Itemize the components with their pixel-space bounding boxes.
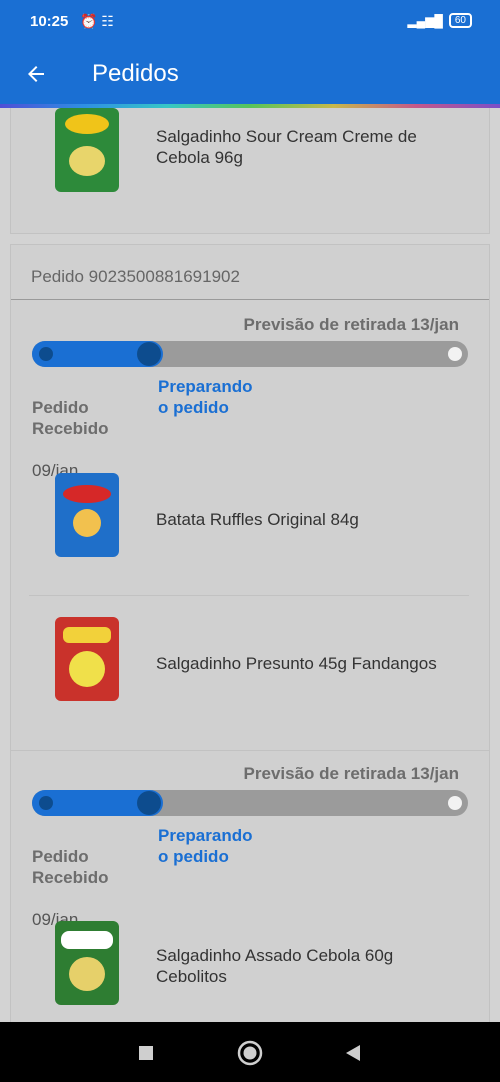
item-name: Batata Ruffles Original 84g bbox=[156, 510, 359, 529]
product-thumbnail bbox=[55, 617, 119, 701]
step-received-text: Pedido Recebido bbox=[32, 847, 109, 887]
list-item[interactable]: Salgadinho Sour Cream Creme de Cebola 96… bbox=[11, 108, 491, 208]
item-name: Salgadinho Sour Cream Creme de Cebola 96… bbox=[156, 127, 417, 167]
step-dot-final bbox=[448, 796, 462, 810]
recents-button[interactable] bbox=[133, 1040, 159, 1066]
product-thumbnail bbox=[55, 108, 119, 192]
progress-track bbox=[32, 341, 468, 367]
divider bbox=[11, 750, 489, 751]
item-name: Salgadinho Assado Cebola 60g Cebolitos bbox=[156, 946, 394, 986]
alarm-icon: ⏰ ☷ bbox=[80, 13, 114, 29]
step-current-label: Preparando o pedido bbox=[158, 377, 253, 417]
step-dot-current bbox=[137, 342, 161, 366]
product-thumbnail bbox=[55, 921, 119, 1005]
back-button[interactable] bbox=[18, 58, 54, 90]
pickup-forecast: Previsão de retirada 13/jan bbox=[243, 764, 459, 783]
signal-icon: ▂▄▆█ bbox=[407, 13, 443, 28]
step-dot-final bbox=[448, 347, 462, 361]
product-thumbnail bbox=[55, 473, 119, 557]
list-item[interactable]: Salgadinho Presunto 45g Fandangos bbox=[11, 611, 491, 711]
list-item[interactable]: Salgadinho Assado Cebola 60g Cebolitos bbox=[11, 917, 491, 1017]
square-icon bbox=[139, 1046, 153, 1060]
triangle-back-icon bbox=[346, 1045, 360, 1061]
step-dot-current bbox=[137, 791, 161, 815]
circle-icon bbox=[237, 1040, 263, 1066]
progress-track bbox=[32, 790, 468, 816]
pickup-forecast: Previsão de retirada 13/jan bbox=[243, 315, 459, 334]
home-button[interactable] bbox=[237, 1040, 263, 1066]
order-card: Pedido 9023500881691902 Previsão de reti… bbox=[10, 244, 490, 1034]
back-nav-button[interactable] bbox=[340, 1040, 366, 1066]
status-right: ▂▄▆█ 60 bbox=[407, 13, 472, 28]
battery-icon: 60 bbox=[448, 13, 472, 28]
system-nav-bar bbox=[0, 1022, 500, 1082]
step-dot-received bbox=[39, 347, 53, 361]
page-title: Pedidos bbox=[92, 60, 179, 87]
step-received-label: Pedido Recebido 09/jan bbox=[32, 376, 109, 481]
status-bar: 10:25 ⏰ ☷ ▂▄▆█ 60 bbox=[0, 0, 500, 46]
divider bbox=[11, 299, 489, 300]
order-card-previous: Salgadinho Sour Cream Creme de Cebola 96… bbox=[10, 108, 490, 234]
item-name: Salgadinho Presunto 45g Fandangos bbox=[156, 654, 437, 673]
status-time: 10:25 bbox=[30, 13, 69, 30]
step-dot-received bbox=[39, 796, 53, 810]
step-received-text: Pedido Recebido bbox=[32, 398, 109, 438]
divider bbox=[29, 595, 469, 596]
step-current-label: Preparando o pedido bbox=[158, 826, 253, 866]
app-bar: Pedidos bbox=[0, 46, 500, 104]
order-id: Pedido 9023500881691902 bbox=[31, 267, 240, 286]
step-received-label: Pedido Recebido 09/jan bbox=[32, 825, 109, 930]
arrow-left-icon bbox=[28, 66, 44, 82]
list-item[interactable]: Batata Ruffles Original 84g bbox=[11, 467, 491, 567]
